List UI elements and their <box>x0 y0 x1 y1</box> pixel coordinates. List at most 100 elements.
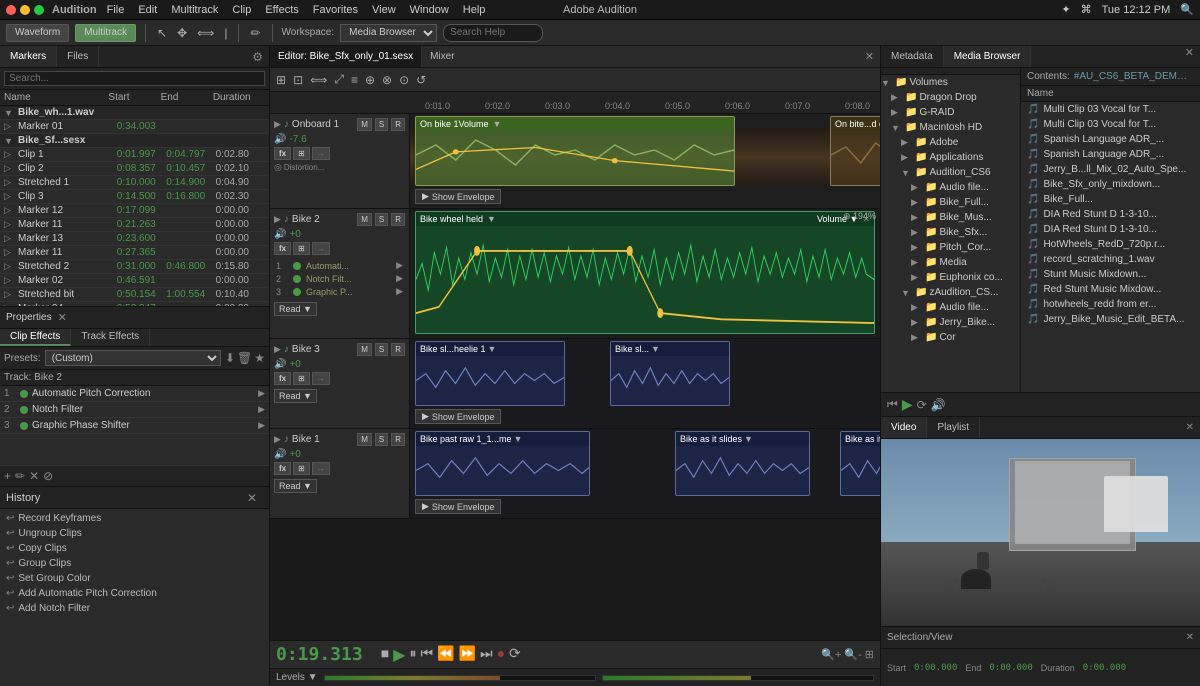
eq-btn-3[interactable]: ⊞ <box>293 372 310 385</box>
tab-playlist[interactable]: Playlist <box>927 417 980 438</box>
fx-add-icon[interactable]: + <box>4 469 11 483</box>
marker-row[interactable]: ▷ Clip 2 0:08.357 0:10.457 0:02.10 <box>0 162 269 176</box>
transport-stop[interactable]: ■ <box>381 645 389 665</box>
tl-tool-6[interactable]: ⊕ <box>363 73 377 87</box>
tl-tool-3[interactable]: ⟺ <box>308 73 329 87</box>
marker-row[interactable]: ▼ Bike_Sf...sesx <box>0 134 269 148</box>
file-item[interactable]: 🎵 Multi Clip 03 Vocal for T... <box>1021 102 1200 117</box>
track-expand-icon-4[interactable]: ▶ <box>274 434 281 445</box>
read-dropdown-3[interactable]: Read ▼ <box>274 389 317 403</box>
file-item[interactable]: 🎵 Jerry_B...ll_Mix_02_Auto_Spe... <box>1021 162 1200 177</box>
tree-item-audio-file...[interactable]: ▶ 📁 Audio file... <box>881 180 1020 195</box>
tree-item-g-raid[interactable]: ▶ 📁 G-RAID <box>881 105 1020 120</box>
read-dropdown[interactable]: Read ▼ <box>274 302 317 316</box>
track-solo-btn[interactable]: S <box>375 118 388 131</box>
tl-tool-5[interactable]: ≡ <box>349 73 360 87</box>
file-item[interactable]: 🎵 Bike_Sfx_only_mixdown... <box>1021 177 1200 192</box>
eq-btn-2[interactable]: ⊞ <box>293 242 310 255</box>
tree-item-volumes[interactable]: ▼ 📁 Volumes <box>881 75 1020 90</box>
tree-item-applications[interactable]: ▶ 📁 Applications <box>881 150 1020 165</box>
transport-play[interactable]: ▶ <box>393 645 405 665</box>
file-item[interactable]: 🎵 Spanish Language ADR_... <box>1021 147 1200 162</box>
marker-row[interactable]: ▷ Marker 13 0:23.600 0:00.00 <box>0 232 269 246</box>
preset-save-icon[interactable]: ⬇ <box>225 351 235 365</box>
marker-row[interactable]: ▷ Stretched 1 0:10.000 0:14.900 0:04.90 <box>0 176 269 190</box>
waveform-btn[interactable]: Waveform <box>6 24 69 42</box>
marker-row[interactable]: ▷ Clip 3 0:14.500 0:16.800 0:02.30 <box>0 190 269 204</box>
marker-row[interactable]: ▷ Clip 1 0:01.997 0:04.797 0:02.80 <box>0 148 269 162</box>
transport-prev[interactable]: ⏪ <box>437 645 454 665</box>
menu-item-favorites[interactable]: Favorites <box>313 4 358 16</box>
tree-item-audition_cs6[interactable]: ▼ 📁 Audition_CS6 <box>881 165 1020 180</box>
transport-skip-back[interactable]: ⏮ <box>420 645 433 665</box>
tool-range[interactable]: ⟺ <box>195 26 216 40</box>
mb-volume-icon[interactable]: 🔊 <box>931 398 946 412</box>
tl-tool-9[interactable]: ↺ <box>414 73 428 87</box>
transport-record[interactable]: ● <box>497 645 505 665</box>
fx-edit-icon[interactable]: ✏ <box>15 469 25 483</box>
effect-row[interactable]: 3 Graphic Phase Shifter ▶ <box>0 418 269 434</box>
track-mute-btn-2[interactable]: M <box>357 213 372 226</box>
file-item[interactable]: 🎵 hotwheels_redd from er... <box>1021 297 1200 312</box>
tab-files[interactable]: Files <box>57 46 99 67</box>
history-item[interactable]: ↩ Group Clips <box>0 556 269 571</box>
show-envelope-btn-3[interactable]: ▶ Show Envelope <box>415 409 501 424</box>
history-item[interactable]: ↩ Add Notch Filter <box>0 601 269 616</box>
menu-item-clip[interactable]: Clip <box>232 4 251 16</box>
panel-gear-icon[interactable]: ⚙ <box>246 50 269 64</box>
file-item[interactable]: 🎵 Stunt Music Mixdown... <box>1021 267 1200 282</box>
file-item[interactable]: 🎵 Bike_Full... <box>1021 192 1200 207</box>
show-envelope-btn-4[interactable]: ▶ Show Envelope <box>415 499 501 514</box>
mb-loop-icon[interactable]: ⟳ <box>917 398 927 412</box>
fullscreen-btn[interactable] <box>34 5 44 15</box>
preset-star-icon[interactable]: ★ <box>254 351 265 365</box>
clip-onboard1-2[interactable]: On bite...d extra ▼ <box>830 116 880 186</box>
clip-bike2-main[interactable]: Bike wheel held ▼ Volume ▼ ✕ <box>415 211 875 334</box>
tab-video[interactable]: Video <box>881 417 927 438</box>
clip-bike3-1[interactable]: Bike sl...heelie 1 ▼ <box>415 341 565 406</box>
tl-tool-4[interactable]: ⤢ <box>332 72 346 87</box>
send-btn[interactable]: → <box>312 147 330 160</box>
menu-item-window[interactable]: Window <box>410 4 449 16</box>
fx-delete-icon[interactable]: ✕ <box>29 469 39 483</box>
tree-item-media[interactable]: ▶ 📁 Media <box>881 255 1020 270</box>
search-icon[interactable]: 🔍 <box>1180 3 1194 16</box>
marker-row[interactable]: ▼ Bike_wh...1.wav <box>0 106 269 120</box>
track-mute-btn[interactable]: M <box>357 118 372 131</box>
transport-next[interactable]: ⏩ <box>459 645 476 665</box>
search-input[interactable] <box>443 24 543 42</box>
track-solo-btn-4[interactable]: S <box>375 433 388 446</box>
track-rec-btn-3[interactable]: R <box>391 343 405 356</box>
tl-tool-1[interactable]: ⊞ <box>274 73 288 87</box>
properties-close-icon[interactable]: ✕ <box>58 311 67 324</box>
tl-tool-2[interactable]: ⊡ <box>291 73 305 87</box>
tool-pencil[interactable]: ✏ <box>248 26 262 40</box>
mixer-tab[interactable]: Mixer <box>422 49 462 64</box>
zoom-fit-icon[interactable]: ⊞ <box>865 648 874 661</box>
zoom-in-icon[interactable]: 🔍+ <box>821 648 841 661</box>
history-item[interactable]: ↩ Copy Clips <box>0 541 269 556</box>
menu-item-view[interactable]: View <box>372 4 396 16</box>
close-btn[interactable] <box>6 5 16 15</box>
transport-skip-fwd[interactable]: ⏭ <box>480 645 493 665</box>
file-item[interactable]: 🎵 record_scratching_1.wav <box>1021 252 1200 267</box>
tab-clip-effects[interactable]: Clip Effects <box>0 329 71 346</box>
tree-item-adobe[interactable]: ▶ 📁 Adobe <box>881 135 1020 150</box>
fx-btn[interactable]: fx <box>274 147 291 160</box>
tree-item-audio-file...[interactable]: ▶ 📁 Audio file... <box>881 300 1020 315</box>
tool-select[interactable]: ↖ <box>155 26 169 40</box>
fx-bypass-icon[interactable]: ⊘ <box>43 469 53 483</box>
eq-btn-4[interactable]: ⊞ <box>293 462 310 475</box>
tree-item-jerry_bike...[interactable]: ▶ 📁 Jerry_Bike... <box>881 315 1020 330</box>
track-rec-btn-2[interactable]: R <box>391 213 405 226</box>
multitrack-btn[interactable]: Multitrack <box>75 24 136 42</box>
effect-row[interactable]: 2 Notch Filter ▶ <box>0 402 269 418</box>
tool-cursor[interactable]: | <box>222 26 229 40</box>
menu-item-multitrack[interactable]: Multitrack <box>171 4 218 16</box>
tree-item-bike_full...[interactable]: ▶ 📁 Bike_Full... <box>881 195 1020 210</box>
marker-row[interactable]: ▷ Marker 02 0:46.591 0:00.00 <box>0 274 269 288</box>
effect-row[interactable]: 1 Automatic Pitch Correction ▶ <box>0 386 269 402</box>
track-content-onboard1[interactable]: On bike 1Volume ▼ <box>410 114 880 208</box>
tree-item-macintosh-hd[interactable]: ▼ 📁 Macintosh HD <box>881 120 1020 135</box>
marker-row[interactable]: ▷ Marker 12 0:17.099 0:00.00 <box>0 204 269 218</box>
